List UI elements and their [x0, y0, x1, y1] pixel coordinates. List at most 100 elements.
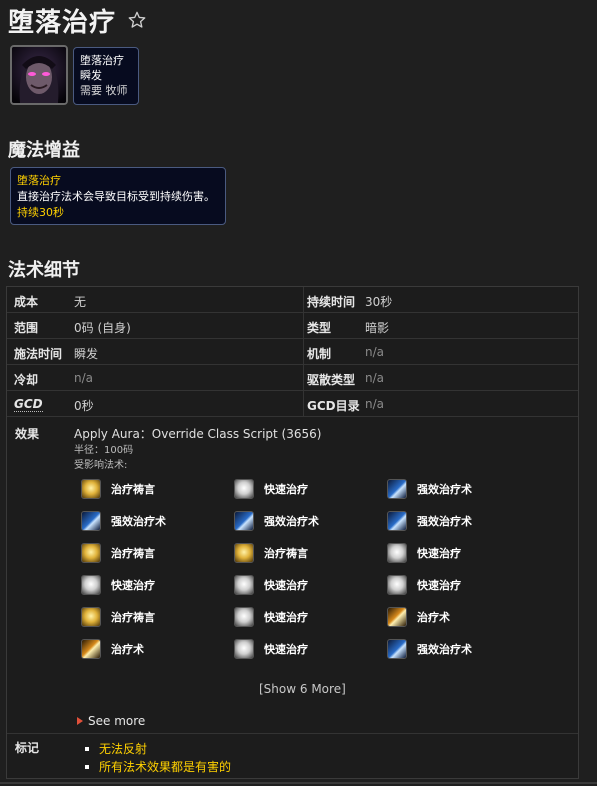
spell-details-table: 成本 无 持续时间 30秒 范围 0码 (自身) 类型 暗影 施法时间 瞬发 机…: [6, 286, 579, 779]
flag-item: 无法反射: [85, 740, 147, 757]
row-label: 类型: [307, 321, 332, 335]
effect-aura: Apply Aura：Override Class Script (3656): [74, 427, 322, 441]
affected-spell-label: 快速治疗: [264, 643, 308, 656]
see-more-toggle[interactable]: See more: [77, 714, 145, 728]
details-heading: 法术细节: [8, 260, 80, 281]
row-value: 30秒: [365, 295, 393, 309]
affected-spell-link[interactable]: 治疗祷言: [234, 542, 308, 564]
see-more-label: See more: [88, 714, 146, 728]
affected-spell-link[interactable]: 快速治疗: [234, 606, 308, 628]
affected-spell-label: 强效治疗术: [111, 515, 166, 528]
column-divider: [303, 339, 304, 365]
column-divider: [303, 391, 304, 417]
show-more-link[interactable]: [Show 6 More]: [259, 682, 346, 696]
affected-spell-link[interactable]: 治疗术: [81, 638, 144, 660]
affected-spell-link[interactable]: 快速治疗: [387, 574, 461, 596]
row-value: 0码 (自身): [74, 321, 131, 335]
affected-spell-label: 快速治疗: [264, 579, 308, 592]
effect-affected-label: 受影响法术:: [74, 460, 128, 471]
buff-tooltip: 堕落治疗 直接治疗法术会导致目标受到持续伤害。 持续30秒: [10, 167, 226, 225]
heal-icon: [387, 607, 407, 627]
affected-spell-label: 治疗祷言: [111, 611, 155, 624]
row-value: 暗影: [365, 321, 390, 335]
greater-heal-icon: [81, 511, 101, 531]
bullet-icon: [85, 764, 89, 769]
row-value: n/a: [365, 345, 385, 359]
flash-heal-icon: [234, 575, 254, 595]
page-bottom-border: [0, 782, 597, 784]
flag-text: 所有法术效果都是有害的: [99, 760, 232, 774]
expand-triangle-icon: [77, 717, 83, 725]
affected-spell-link[interactable]: 快速治疗: [234, 638, 308, 660]
spell-portrait-icon[interactable]: [10, 45, 68, 105]
affected-spell-label: 快速治疗: [111, 579, 155, 592]
spell-tooltip: 堕落治疗 瞬发 需要 牧师: [73, 47, 139, 105]
details-row: 成本 无 持续时间 30秒: [7, 287, 578, 313]
heal-icon: [81, 639, 101, 659]
star-icon[interactable]: [126, 9, 148, 31]
gcd-label[interactable]: GCD: [14, 397, 43, 412]
flag-item: 所有法术效果都是有害的: [85, 758, 231, 775]
buff-name: 堕落治疗: [17, 174, 61, 187]
affected-spell-link[interactable]: 快速治疗: [81, 574, 155, 596]
affected-spell-link[interactable]: 治疗祷言: [81, 478, 155, 500]
greater-heal-icon: [234, 511, 254, 531]
column-divider: [303, 313, 304, 339]
divider: [7, 733, 578, 734]
affected-spell-label: 快速治疗: [264, 483, 308, 496]
greater-heal-icon: [387, 511, 407, 531]
affected-spell-link[interactable]: 强效治疗术: [387, 638, 472, 660]
affected-spell-label: 治疗术: [417, 611, 450, 624]
affected-spell-label: 治疗祷言: [264, 547, 308, 560]
row-label: 范围: [14, 321, 39, 335]
affected-spell-link[interactable]: 强效治疗术: [234, 510, 319, 532]
flash-heal-icon: [234, 479, 254, 499]
bullet-icon: [85, 746, 89, 751]
title-row: 堕落治疗: [8, 4, 148, 38]
row-value: 瞬发: [74, 347, 99, 361]
spell-tooltip-name: 堕落治疗: [80, 54, 124, 67]
affected-spell-label: 治疗术: [111, 643, 144, 656]
flash-heal-icon: [387, 543, 407, 563]
row-value: 0秒: [74, 399, 94, 413]
prayer-of-healing-icon: [81, 607, 101, 627]
row-label: 机制: [307, 347, 332, 361]
row-value: n/a: [365, 397, 385, 411]
details-row: 范围 0码 (自身) 类型 暗影: [7, 313, 578, 339]
prayer-of-healing-icon: [81, 543, 101, 563]
affected-spell-label: 强效治疗术: [264, 515, 319, 528]
flash-heal-icon: [234, 639, 254, 659]
buff-duration: 持续30秒: [17, 206, 64, 219]
greater-heal-icon: [387, 479, 407, 499]
affected-spell-label: 快速治疗: [417, 547, 461, 560]
flash-heal-icon: [387, 575, 407, 595]
effect-radius: 半径：100码: [74, 445, 134, 456]
affected-spell-label: 强效治疗术: [417, 643, 472, 656]
row-label: 冷却: [14, 373, 39, 387]
affected-spell-link[interactable]: 强效治疗术: [387, 510, 472, 532]
prayer-of-healing-icon: [234, 543, 254, 563]
spell-tooltip-requirement: 需要 牧师: [80, 84, 128, 97]
row-value: n/a: [74, 371, 94, 385]
affected-spell-label: 强效治疗术: [417, 515, 472, 528]
effect-label: 效果: [15, 427, 40, 441]
affected-spell-label: 治疗祷言: [111, 483, 155, 496]
buff-heading: 魔法增益: [8, 140, 80, 161]
affected-spell-label: 治疗祷言: [111, 547, 155, 560]
affected-spell-link[interactable]: 治疗祷言: [81, 542, 155, 564]
greater-heal-icon: [387, 639, 407, 659]
column-divider: [303, 365, 304, 391]
row-label: 驱散类型: [307, 373, 356, 387]
affected-spell-link[interactable]: 强效治疗术: [387, 478, 472, 500]
affected-spell-link[interactable]: 治疗术: [387, 606, 450, 628]
affected-spell-link[interactable]: 快速治疗: [387, 542, 461, 564]
affected-spell-link[interactable]: 强效治疗术: [81, 510, 166, 532]
affected-spell-link[interactable]: 治疗祷言: [81, 606, 155, 628]
affected-spell-link[interactable]: 快速治疗: [234, 574, 308, 596]
row-label: 成本: [14, 295, 39, 309]
flags-label: 标记: [15, 741, 40, 755]
flash-heal-icon: [81, 575, 101, 595]
affected-spell-link[interactable]: 快速治疗: [234, 478, 308, 500]
spell-tooltip-cast: 瞬发: [80, 69, 102, 82]
affected-spell-label: 快速治疗: [264, 611, 308, 624]
